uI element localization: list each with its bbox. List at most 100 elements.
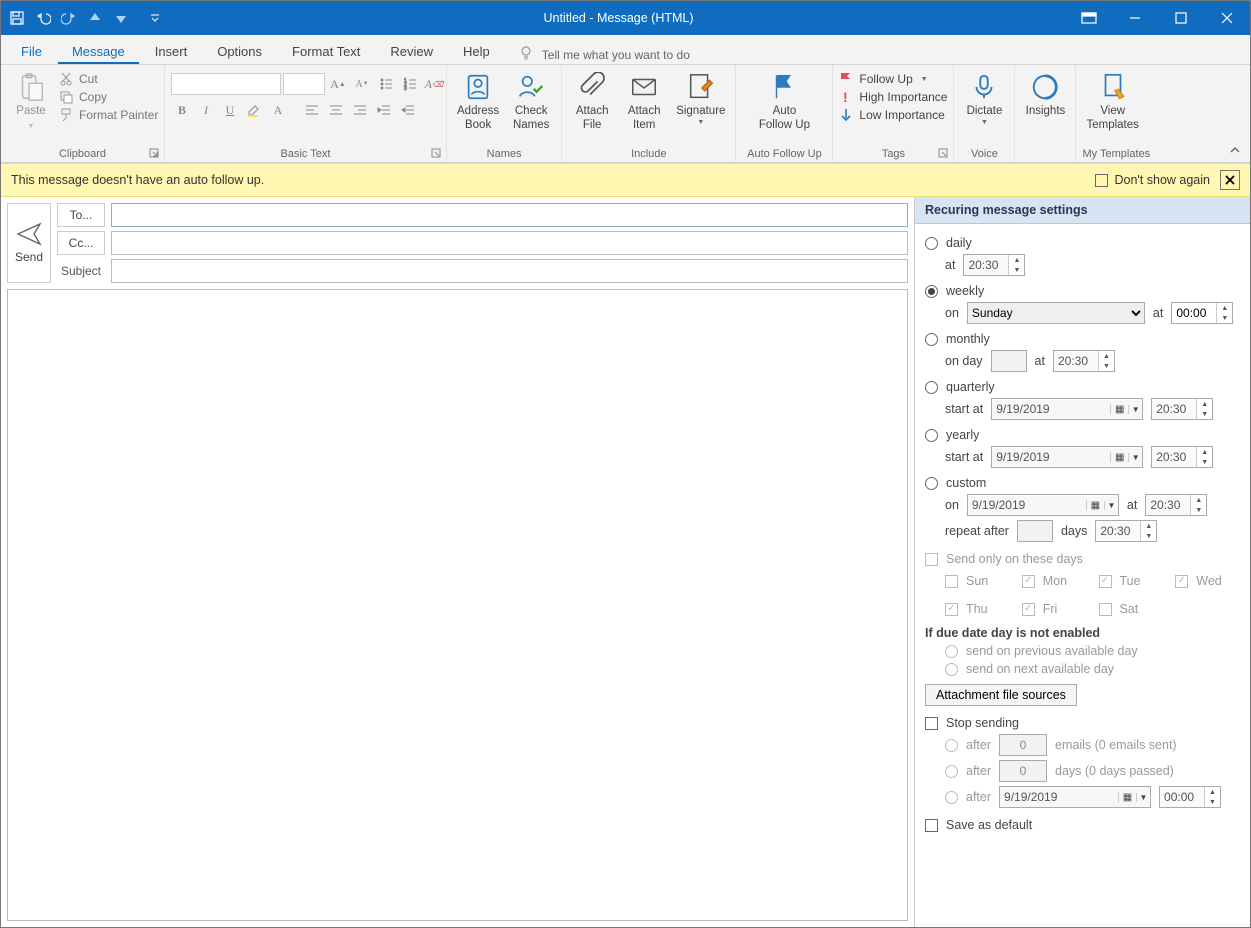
yearly-date-picker[interactable]: ▦▼ — [991, 446, 1143, 468]
signature-button[interactable]: Signature▼ — [672, 69, 729, 129]
tags-dialog-launcher-icon[interactable] — [937, 148, 949, 160]
underline-icon[interactable]: U — [219, 99, 241, 121]
increase-indent-icon[interactable] — [397, 99, 419, 121]
clipboard-dialog-launcher-icon[interactable] — [148, 148, 160, 160]
yearly-time-spinner[interactable]: ▲▼ — [1151, 446, 1213, 468]
italic-icon[interactable]: I — [195, 99, 217, 121]
tab-file[interactable]: File — [7, 38, 56, 64]
font-color-icon[interactable]: A — [267, 99, 289, 121]
day-tue[interactable]: Tue — [1099, 574, 1164, 588]
redo-icon[interactable] — [61, 10, 77, 26]
tab-options[interactable]: Options — [203, 38, 276, 64]
maximize-icon[interactable] — [1158, 1, 1204, 35]
stop-date-picker[interactable]: ▦▼ — [999, 786, 1151, 808]
weekly-radio[interactable] — [925, 285, 938, 298]
highlight-icon[interactable] — [243, 99, 265, 121]
quarterly-date-picker[interactable]: ▦▼ — [991, 398, 1143, 420]
day-wed[interactable]: Wed — [1175, 574, 1240, 588]
high-importance-button[interactable]: !High Importance — [839, 89, 947, 105]
to-button[interactable]: To... — [57, 203, 105, 227]
collapse-ribbon-icon[interactable] — [1226, 142, 1244, 158]
daily-radio[interactable] — [925, 237, 938, 250]
view-templates-button[interactable]: View Templates — [1082, 69, 1142, 135]
decrease-indent-icon[interactable] — [373, 99, 395, 121]
insights-button[interactable]: Insights — [1021, 69, 1069, 121]
custom-radio[interactable] — [925, 477, 938, 490]
day-sun[interactable]: Sun — [945, 574, 1010, 588]
stop-after-date-radio[interactable] — [945, 791, 958, 804]
weekly-day-select[interactable]: Sunday — [967, 302, 1145, 324]
stop-emails-input[interactable] — [999, 734, 1047, 756]
message-body[interactable] — [7, 289, 908, 921]
custom-date-picker[interactable]: ▦▼ — [967, 494, 1119, 516]
day-mon[interactable]: Mon — [1022, 574, 1087, 588]
subject-field[interactable] — [111, 259, 908, 283]
dictate-button[interactable]: Dictate▼ — [960, 69, 1008, 129]
stop-days-input[interactable] — [999, 760, 1047, 782]
cut-button[interactable]: Cut — [59, 71, 158, 87]
grow-font-icon[interactable]: A▲ — [327, 73, 349, 95]
attachment-sources-button[interactable]: Attachment file sources — [925, 684, 1077, 706]
attach-file-button[interactable]: Attach File — [568, 69, 616, 135]
weekly-time-spinner[interactable]: ▲▼ — [1171, 302, 1233, 324]
paste-button[interactable]: Paste ▼ — [7, 69, 55, 133]
daily-time-spinner[interactable]: ▲▼ — [963, 254, 1025, 276]
monthly-day-input[interactable] — [991, 350, 1027, 372]
align-left-icon[interactable] — [301, 99, 323, 121]
next-item-icon[interactable] — [113, 10, 129, 26]
stop-after-emails-radio[interactable] — [945, 739, 958, 752]
tab-help[interactable]: Help — [449, 38, 504, 64]
auto-follow-up-button[interactable]: Auto Follow Up — [742, 69, 826, 135]
prev-item-icon[interactable] — [87, 10, 103, 26]
attach-item-button[interactable]: Attach Item — [620, 69, 668, 135]
minimize-icon[interactable] — [1112, 1, 1158, 35]
undo-icon[interactable] — [35, 10, 51, 26]
day-fri[interactable]: Fri — [1022, 602, 1087, 616]
stop-sending-checkbox[interactable] — [925, 717, 938, 730]
yearly-radio[interactable] — [925, 429, 938, 442]
low-importance-button[interactable]: Low Importance — [839, 107, 947, 123]
tell-me-search[interactable]: Tell me what you want to do — [518, 45, 690, 64]
clear-formatting-icon[interactable]: A⌫ — [423, 73, 445, 95]
address-book-button[interactable]: Address Book — [453, 69, 503, 135]
repeat-after-input[interactable] — [1017, 520, 1053, 542]
tab-message[interactable]: Message — [58, 38, 139, 64]
infobar-close-button[interactable] — [1220, 170, 1240, 190]
font-family-combo[interactable] — [171, 73, 281, 95]
day-thu[interactable]: Thu — [945, 602, 1010, 616]
send-prev-radio[interactable] — [945, 645, 958, 658]
qat-customize-icon[interactable] — [147, 10, 163, 26]
send-button[interactable]: Send — [7, 203, 51, 283]
custom-time-spinner[interactable]: ▲▼ — [1145, 494, 1207, 516]
shrink-font-icon[interactable]: A▼ — [351, 73, 373, 95]
format-painter-button[interactable]: Format Painter — [59, 107, 158, 123]
bold-icon[interactable]: B — [171, 99, 193, 121]
basic-text-dialog-launcher-icon[interactable] — [430, 148, 442, 160]
save-icon[interactable] — [9, 10, 25, 26]
check-names-button[interactable]: Check Names — [507, 69, 555, 135]
font-size-combo[interactable] — [283, 73, 325, 95]
cc-button[interactable]: Cc... — [57, 231, 105, 255]
dont-show-again-checkbox[interactable]: Don't show again — [1095, 173, 1210, 187]
close-icon[interactable] — [1204, 1, 1250, 35]
tab-insert[interactable]: Insert — [141, 38, 202, 64]
repeat-time-spinner[interactable]: ▲▼ — [1095, 520, 1157, 542]
align-right-icon[interactable] — [349, 99, 371, 121]
quarterly-time-spinner[interactable]: ▲▼ — [1151, 398, 1213, 420]
cc-field[interactable] — [111, 231, 908, 255]
copy-button[interactable]: Copy — [59, 89, 158, 105]
save-default-checkbox[interactable] — [925, 819, 938, 832]
follow-up-button[interactable]: Follow Up▼ — [839, 71, 947, 87]
tab-review[interactable]: Review — [376, 38, 447, 64]
day-sat[interactable]: Sat — [1099, 602, 1164, 616]
align-center-icon[interactable] — [325, 99, 347, 121]
numbering-icon[interactable]: 123 — [399, 73, 421, 95]
send-next-radio[interactable] — [945, 663, 958, 676]
monthly-time-spinner[interactable]: ▲▼ — [1053, 350, 1115, 372]
tab-format-text[interactable]: Format Text — [278, 38, 374, 64]
bullets-icon[interactable] — [375, 73, 397, 95]
ribbon-display-options-icon[interactable] — [1066, 1, 1112, 35]
quarterly-radio[interactable] — [925, 381, 938, 394]
stop-time-spinner[interactable]: ▲▼ — [1159, 786, 1221, 808]
send-only-checkbox[interactable] — [925, 553, 938, 566]
